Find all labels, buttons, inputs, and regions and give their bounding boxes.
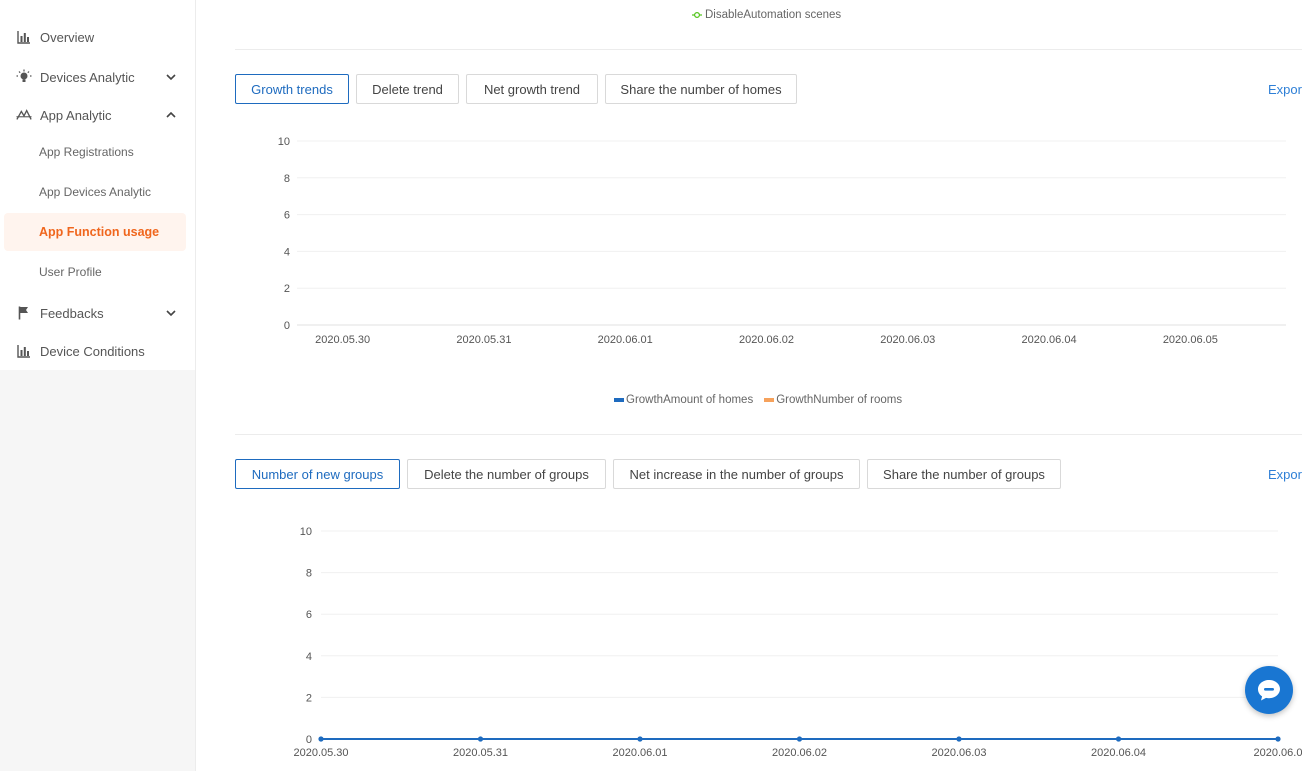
- legend-label: GrowthAmount of homes: [626, 394, 754, 406]
- lightbulb-icon: [16, 69, 32, 85]
- sidebar-item-device-conditions[interactable]: Device Conditions: [0, 333, 195, 369]
- x-tick-label: 2020.05.30: [315, 334, 370, 346]
- sidebar-item-feedbacks[interactable]: Feedbacks: [0, 295, 195, 331]
- legend-item-homes[interactable]: GrowthAmount of homes: [614, 394, 753, 406]
- y-tick-label: 6: [306, 609, 312, 621]
- bar-chart-icon: [16, 343, 32, 359]
- chat-bubble-icon: [1258, 680, 1280, 701]
- export-link[interactable]: Expor: [1268, 467, 1302, 482]
- y-tick-label: 10: [278, 136, 290, 148]
- x-tick-label: 2020.06.04: [1091, 747, 1146, 759]
- groups-growth-chart: 0 2 4 6 8 10 2020.05.30 2020.05.31 2020.06.01 202…: [293, 526, 1302, 759]
- tab-growth-trends[interactable]: Growth trends: [235, 74, 349, 104]
- y-tick-label: 8: [306, 568, 312, 580]
- homes-growth-chart: 0 2 4 6 8 10 2020.05.30 2020.05.31 2020.06.01 202…: [278, 136, 1286, 346]
- legend-swatch: [614, 398, 624, 402]
- sidebar-item-label: Device Conditions: [40, 343, 145, 359]
- legend-top[interactable]: DisableAutomation scenes: [692, 9, 841, 21]
- x-tick-label: 2020.06.05: [1163, 334, 1218, 346]
- tab-share-number-of-groups[interactable]: Share the number of groups: [867, 459, 1061, 489]
- section-divider: [235, 49, 1302, 50]
- sidebar-item-label: App Analytic: [40, 107, 112, 123]
- data-point: [1275, 736, 1281, 742]
- sidebar-subitem-app-function-usage[interactable]: App Function usage: [4, 213, 186, 251]
- sidebar-item-app-analytic[interactable]: App Analytic: [0, 97, 195, 133]
- legend-swatch: [764, 398, 775, 402]
- x-tick-label: 2020.06.0: [1254, 747, 1302, 759]
- x-tick-label: 2020.05.30: [293, 747, 348, 759]
- x-tick-label: 2020.06.01: [612, 747, 667, 759]
- sidebar-subitem-app-devices-analytic[interactable]: App Devices Analytic: [4, 173, 186, 211]
- y-tick-label: 4: [306, 651, 312, 663]
- y-tick-label: 6: [284, 210, 290, 222]
- data-point: [1115, 736, 1122, 742]
- tab-net-growth-trend[interactable]: Net growth trend: [466, 74, 598, 104]
- legend-line-marker-icon: [692, 11, 702, 19]
- sidebar-item-overview[interactable]: Overview: [0, 19, 195, 55]
- data-point: [796, 736, 803, 742]
- legend-item-rooms[interactable]: GrowthNumber of rooms: [764, 394, 902, 406]
- y-tick-label: 2: [306, 692, 312, 704]
- sidebar-subitem-user-profile[interactable]: User Profile: [4, 253, 186, 291]
- tab-net-increase-groups[interactable]: Net increase in the number of groups: [613, 459, 860, 489]
- tab-delete-trend[interactable]: Delete trend: [356, 74, 459, 104]
- data-point: [318, 736, 324, 742]
- bar-chart-icon: [16, 29, 32, 45]
- tab-delete-number-of-groups[interactable]: Delete the number of groups: [407, 459, 606, 489]
- chevron-up-icon: [166, 111, 176, 118]
- data-point: [637, 736, 643, 742]
- x-tick-label: 2020.06.03: [880, 334, 935, 346]
- app-analytic-icon: [16, 107, 32, 123]
- tab-share-number-of-homes[interactable]: Share the number of homes: [605, 74, 797, 104]
- data-point: [956, 736, 962, 742]
- x-tick-label: 2020.05.31: [453, 747, 508, 759]
- y-tick-label: 2: [284, 283, 290, 295]
- data-point: [477, 736, 484, 742]
- sidebar-subitem-label: User Profile: [39, 265, 102, 279]
- x-tick-label: 2020.06.04: [1022, 334, 1077, 346]
- y-tick-label: 0: [284, 320, 290, 332]
- sidebar-item-label: Overview: [40, 29, 95, 45]
- sidebar-menu: Overview Devices Analytic App Analytic A…: [0, 0, 195, 370]
- flag-icon: [16, 305, 32, 321]
- chevron-down-icon: [166, 310, 176, 317]
- y-tick-label: 4: [284, 246, 290, 258]
- main-content: DisableAutomation scenes Growth trends D…: [196, 0, 1302, 771]
- x-tick-label: 2020.06.02: [739, 334, 794, 346]
- y-tick-label: 0: [306, 734, 312, 746]
- y-tick-label: 8: [284, 173, 290, 185]
- sidebar-item-devices-analytic[interactable]: Devices Analytic: [0, 59, 195, 95]
- y-tick-label: 10: [300, 526, 312, 538]
- sidebar-subitem-label: App Registrations: [39, 145, 134, 159]
- sidebar-subitem-app-registrations[interactable]: App Registrations: [4, 133, 186, 171]
- section-divider: [235, 434, 1302, 435]
- sidebar: Overview Devices Analytic App Analytic A…: [0, 0, 196, 771]
- legend-label: GrowthNumber of rooms: [776, 394, 903, 406]
- sidebar-item-label: Feedbacks: [40, 305, 104, 321]
- x-tick-label: 2020.06.03: [931, 747, 986, 759]
- homes-chart-legend: GrowthAmount of homes GrowthNumber of ro…: [614, 394, 902, 406]
- legend-label: DisableAutomation scenes: [705, 9, 842, 21]
- x-tick-label: 2020.05.31: [456, 334, 511, 346]
- tab-number-of-new-groups[interactable]: Number of new groups: [235, 459, 400, 489]
- x-tick-label: 2020.06.02: [772, 747, 827, 759]
- chevron-down-icon: [166, 74, 176, 81]
- chat-button[interactable]: [1245, 666, 1293, 714]
- sidebar-subitem-label: App Devices Analytic: [39, 185, 152, 199]
- sidebar-subitem-label: App Function usage: [39, 225, 160, 239]
- x-tick-label: 2020.06.01: [598, 334, 653, 346]
- sidebar-item-label: Devices Analytic: [40, 69, 135, 85]
- export-link[interactable]: Expor: [1268, 82, 1302, 97]
